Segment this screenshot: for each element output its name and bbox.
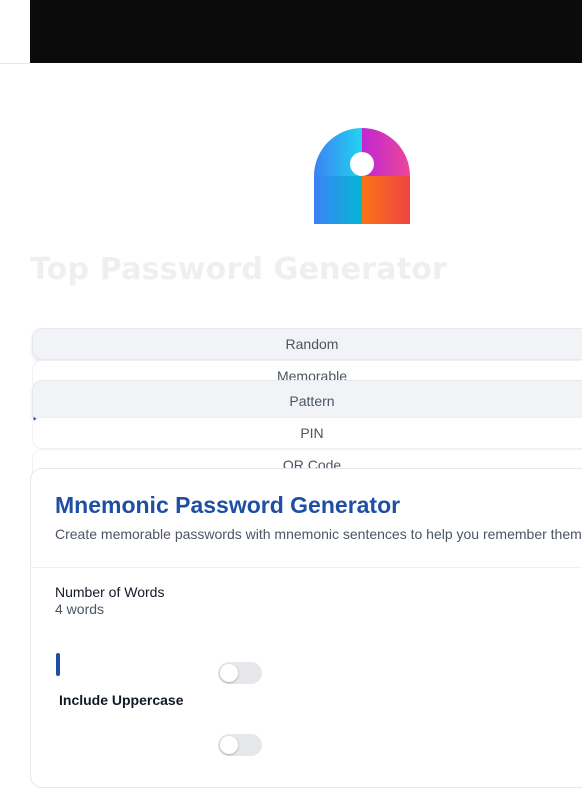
toggle-knob [220,736,238,754]
tab-random[interactable]: Random [32,328,582,360]
page-title: Top Password Generator [30,252,448,287]
card-title: Mnemonic Password Generator [55,492,401,518]
card-description: Create memorable passwords with mnemonic… [55,526,582,542]
tab-pin[interactable]: PIN [32,417,582,449]
uppercase-label: Include Uppercase [59,692,184,708]
words-label: Number of Words [55,584,165,600]
topbar-left-strip [0,0,30,64]
second-option-toggle[interactable] [218,734,262,756]
top-bar [30,0,582,63]
card-divider [31,567,582,568]
password-lock-icon [314,128,410,224]
words-slider[interactable] [56,653,60,676]
toggle-knob [220,664,238,682]
uppercase-toggle[interactable] [218,662,262,684]
words-value: 4 words [55,601,105,617]
